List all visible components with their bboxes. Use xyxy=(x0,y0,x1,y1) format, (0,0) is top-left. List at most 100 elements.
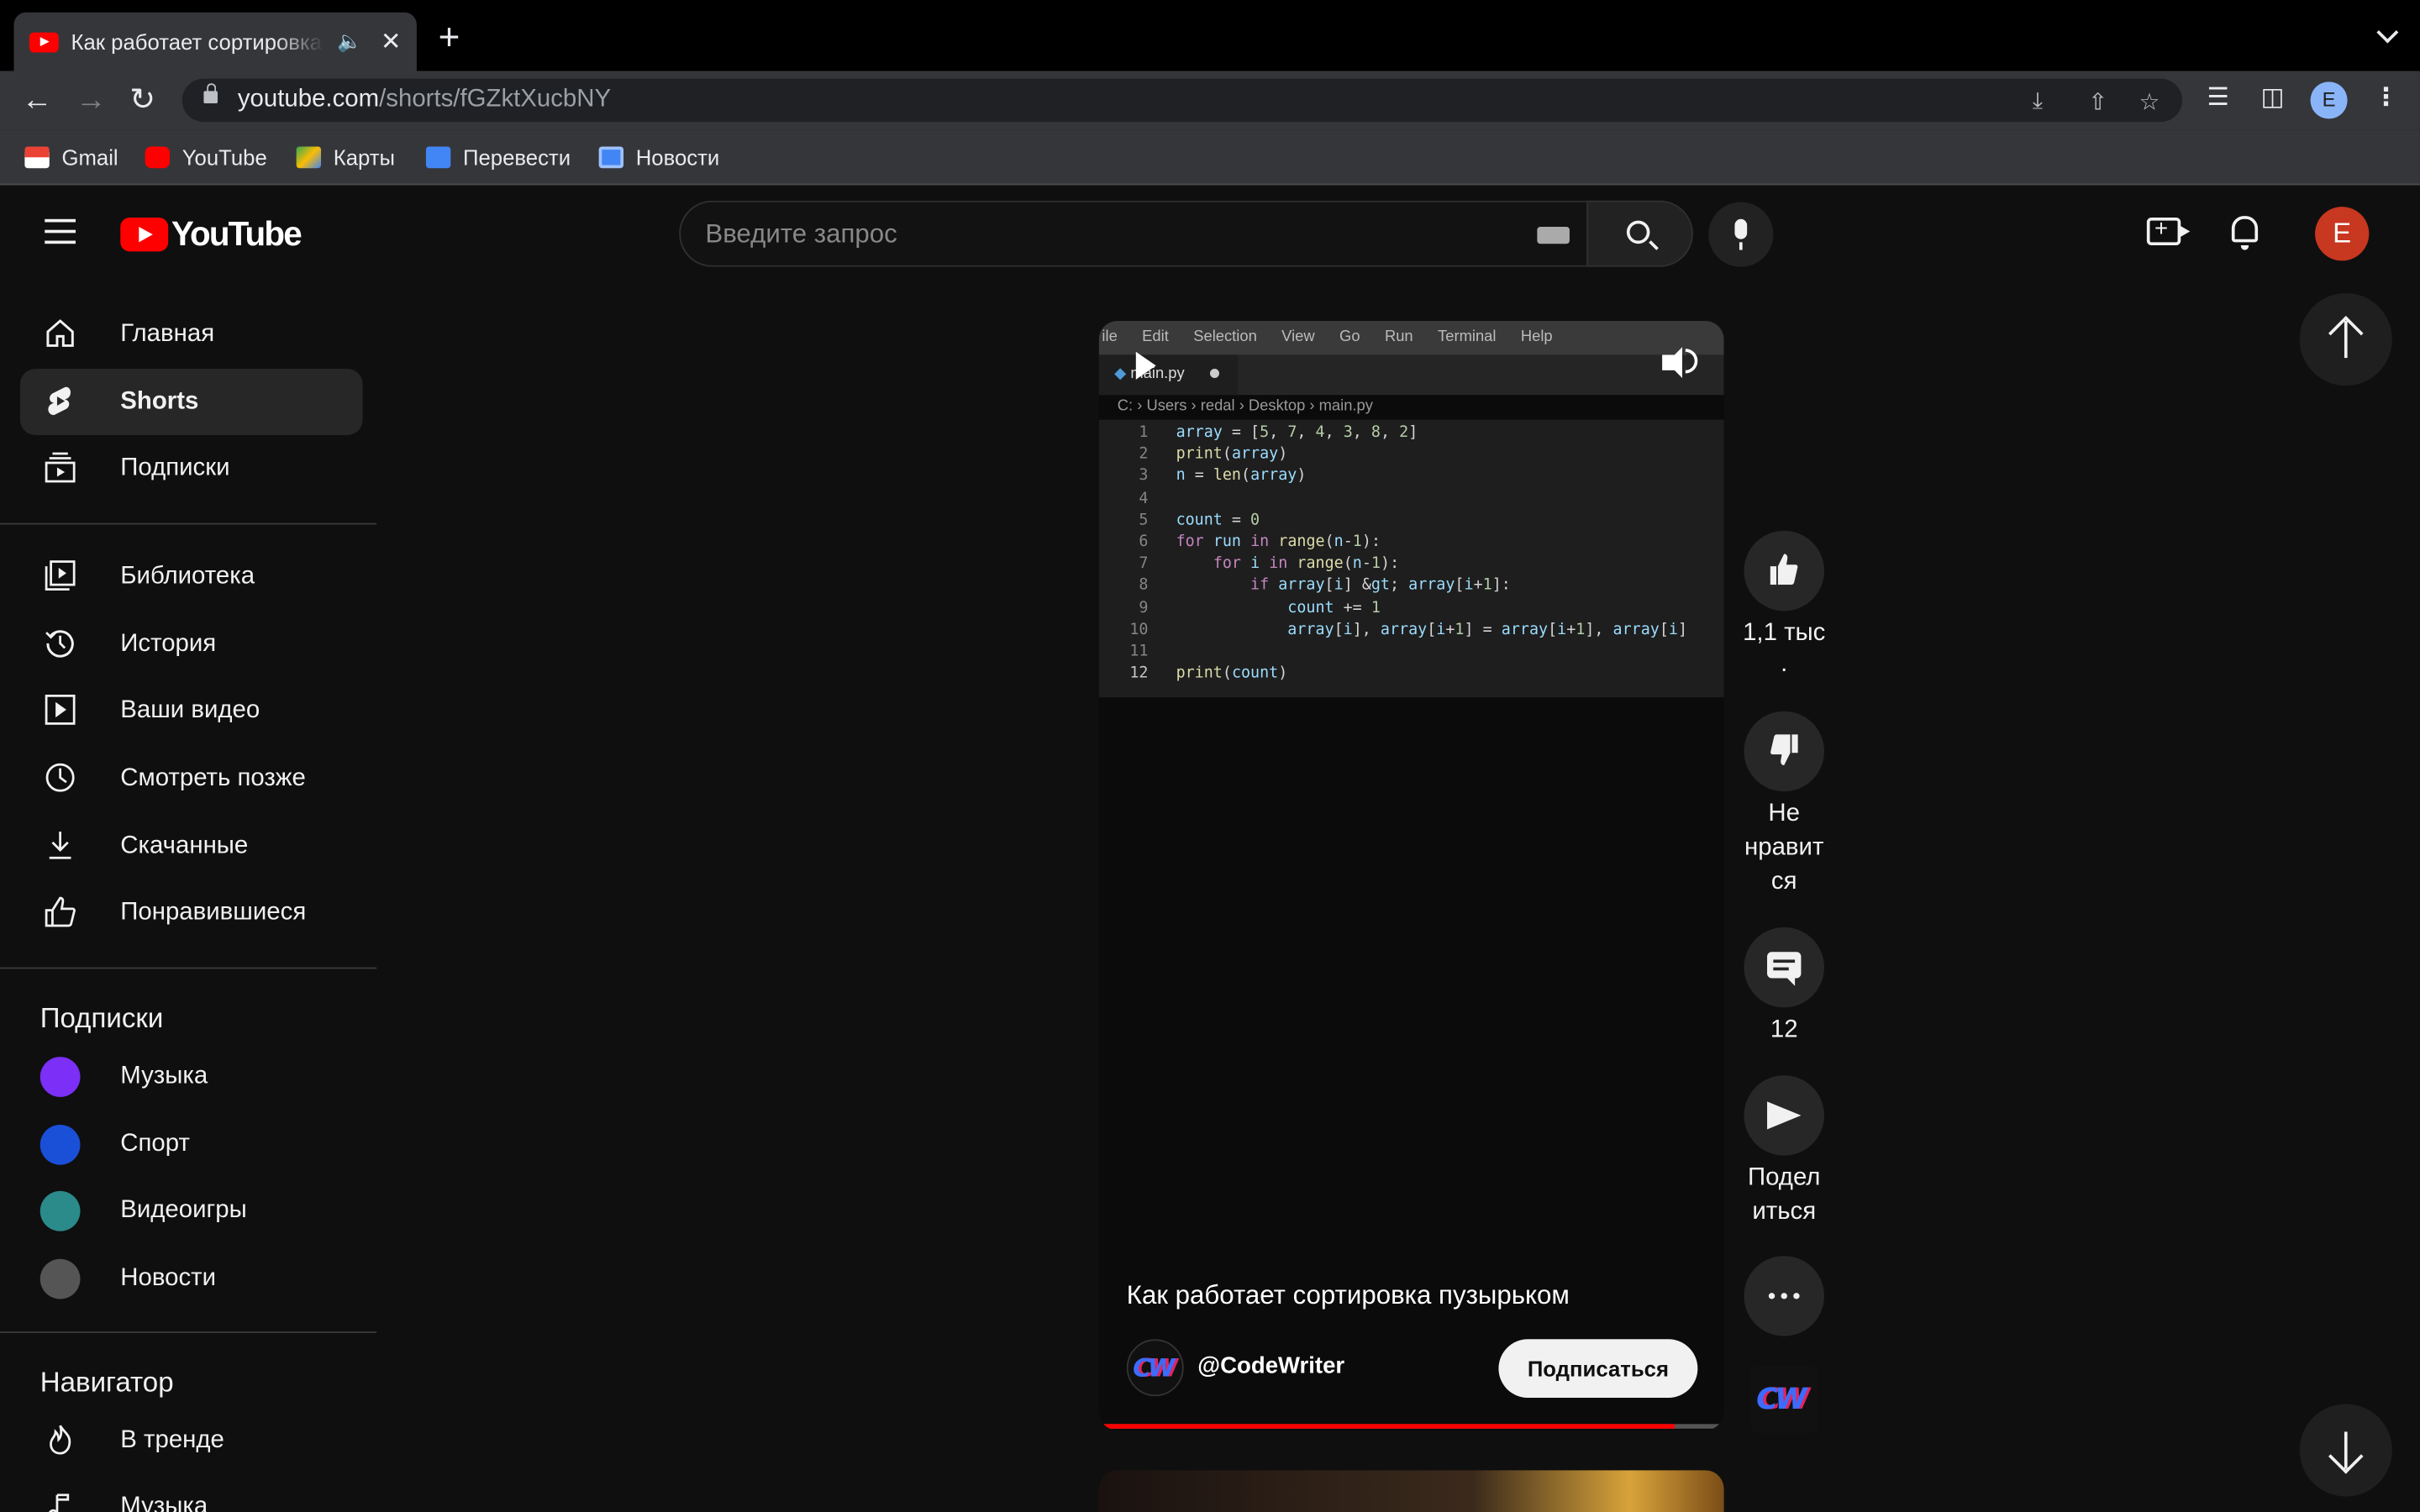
create-video-icon[interactable] xyxy=(2146,216,2191,246)
code-line: 11 xyxy=(1129,643,1149,661)
subscription-music[interactable]: Музыка xyxy=(20,1043,363,1110)
search-input[interactable] xyxy=(705,216,1508,254)
comments-button[interactable] xyxy=(1744,927,1824,1008)
shorts-player[interactable]: ile Edit Selection View Go Run Terminal Help ◆ … xyxy=(1098,321,1724,1431)
address-bar[interactable]: youtube.com/shorts/fGZktXucbNY ⤓ ⇧ ☆ xyxy=(182,78,2183,123)
channel-avatar[interactable]: CW xyxy=(1126,1339,1184,1397)
comment-icon xyxy=(1767,952,1802,986)
sidebar-item-watch-later[interactable]: Смотреть позже xyxy=(20,745,363,811)
bookmark-youtube[interactable]: YouTube xyxy=(145,145,267,170)
progress-bar[interactable] xyxy=(1098,1424,1724,1429)
code-line: 2 print(array) xyxy=(1139,446,1288,464)
dislike-label-line2: нравит xyxy=(1744,834,1824,861)
sport-channel-avatar xyxy=(39,1124,81,1165)
sidebar-item-trending[interactable]: В тренде xyxy=(20,1407,363,1473)
previous-short-button[interactable] xyxy=(2299,292,2392,386)
install-app-icon[interactable]: ⤓ xyxy=(2033,88,2043,114)
sidebar-item-downloads[interactable]: Скачанные xyxy=(20,813,363,879)
sidebar-item-your-videos[interactable]: Ваши видео xyxy=(20,677,363,743)
sidebar-item-liked[interactable]: Понравившиеся xyxy=(20,879,363,946)
bookmark-translate[interactable]: Перевести xyxy=(425,145,571,170)
editor-breadcrumb: C: › Users › redal › Desktop › main.py xyxy=(1117,397,1373,416)
music-icon xyxy=(49,1494,70,1512)
channel-name[interactable]: @CodeWriter xyxy=(1197,1353,1344,1379)
search-button[interactable] xyxy=(1586,200,1693,267)
more-horizontal-icon xyxy=(1768,1293,1806,1299)
progress-fill xyxy=(1098,1424,1675,1429)
comments-count: 12 xyxy=(1770,1016,1798,1043)
next-short-button[interactable] xyxy=(2299,1404,2392,1497)
like-button[interactable] xyxy=(1744,530,1824,612)
bookmark-star-icon[interactable]: ☆ xyxy=(2139,88,2160,116)
sidebar-item-library[interactable]: Библиотека xyxy=(20,543,363,610)
forward-arrow-icon[interactable]: → xyxy=(76,81,107,118)
volume-icon[interactable] xyxy=(1662,347,1698,378)
dislike-button[interactable] xyxy=(1744,711,1824,792)
sidebar-item-music[interactable]: Музыка xyxy=(20,1473,363,1512)
subscription-sport[interactable]: Спорт xyxy=(20,1110,363,1177)
thumbs-down-icon xyxy=(1770,734,1798,766)
subscription-news[interactable]: Новости xyxy=(20,1245,363,1311)
sidebar-item-shorts[interactable]: Shorts xyxy=(19,368,363,435)
tab-close-icon[interactable]: ✕ xyxy=(381,26,402,57)
browser-menu-icon[interactable]: ⋮ xyxy=(2374,81,2398,113)
lock-icon[interactable] xyxy=(203,83,218,104)
next-short-preview[interactable] xyxy=(1098,1470,1724,1512)
url-text: youtube.com/shorts/fGZktXucbNY xyxy=(237,86,612,113)
youtube-play-icon xyxy=(120,217,169,252)
like-count-suffix: . xyxy=(1781,651,1788,678)
thumbs-up-icon xyxy=(1770,554,1798,585)
microphone-icon xyxy=(1734,218,1748,250)
editor-menu-item: Run xyxy=(1384,328,1413,346)
sound-source-thumbnail[interactable]: CW xyxy=(1749,1365,1818,1434)
sidebar-item-home[interactable]: Главная xyxy=(20,301,363,367)
code-line: 10 array[i], array[i+1] = array[i+1], ar… xyxy=(1129,621,1688,639)
bookmark-gmail[interactable]: Gmail xyxy=(24,145,118,170)
user-avatar[interactable]: E xyxy=(2315,207,2370,261)
code-line: 3n = len(array) xyxy=(1139,468,1307,486)
subscribe-button[interactable]: Подписаться xyxy=(1498,1339,1698,1399)
editor-tabs: ◆ main.py xyxy=(1098,354,1724,396)
editor-menu-item: Help xyxy=(1520,328,1553,346)
media-controls-icon[interactable]: ☰ xyxy=(2207,81,2228,113)
keyboard-icon[interactable] xyxy=(1537,226,1570,244)
new-tab-button[interactable]: + xyxy=(439,19,460,57)
bookmark-maps[interactable]: Карты xyxy=(296,145,395,170)
code-line: 7 for i in range(n-1): xyxy=(1139,555,1400,573)
sidebar-item-subscriptions[interactable]: Подписки xyxy=(20,435,363,501)
back-arrow-icon[interactable]: ← xyxy=(22,81,53,118)
more-actions-button[interactable] xyxy=(1744,1256,1824,1336)
share-page-icon[interactable]: ⇧ xyxy=(2088,88,2107,116)
sidebar-divider xyxy=(0,522,377,525)
subscription-gaming[interactable]: Видеоигры xyxy=(20,1177,363,1243)
editor-menu-item: ile xyxy=(1102,328,1118,346)
download-icon xyxy=(49,831,71,859)
youtube-logo[interactable]: YouTube xyxy=(120,214,302,255)
share-arrow-icon xyxy=(1767,1101,1802,1130)
editor-menu-item: Selection xyxy=(1193,328,1257,346)
reload-icon[interactable]: ↻ xyxy=(129,81,155,118)
sidebar-item-history[interactable]: История xyxy=(20,611,363,677)
share-button[interactable] xyxy=(1744,1075,1824,1156)
code-line: 6 for run in range(n-1): xyxy=(1139,533,1381,551)
shorts-icon xyxy=(48,386,71,416)
search-icon xyxy=(1626,220,1650,244)
your-videos-icon xyxy=(45,694,76,725)
music-channel-avatar xyxy=(39,1057,81,1097)
play-icon[interactable] xyxy=(1135,351,1156,380)
browser-profile-avatar[interactable]: E xyxy=(2310,81,2348,119)
guide-menu-icon[interactable] xyxy=(45,218,76,244)
browser-tab[interactable]: Как работает сортировка пузырьком - YouT… xyxy=(13,12,417,71)
bookmark-news[interactable]: Новости xyxy=(598,145,719,170)
translate-icon xyxy=(425,146,451,169)
editor-menu-item: View xyxy=(1281,328,1315,346)
notifications-bell-icon[interactable] xyxy=(2231,216,2259,250)
short-title[interactable]: Как работает сортировка пузырьком xyxy=(1127,1280,1570,1311)
sidebar-divider xyxy=(0,967,377,969)
tab-search-chevron-icon[interactable] xyxy=(2376,21,2399,44)
voice-search-button[interactable] xyxy=(1708,202,1774,267)
news-icon xyxy=(598,146,624,169)
side-panel-icon[interactable]: ◫ xyxy=(2261,81,2285,113)
tab-audio-icon[interactable]: 🔈 xyxy=(337,29,362,54)
code-line: 8 if array[i] &gt; array[i+1]: xyxy=(1139,577,1511,595)
